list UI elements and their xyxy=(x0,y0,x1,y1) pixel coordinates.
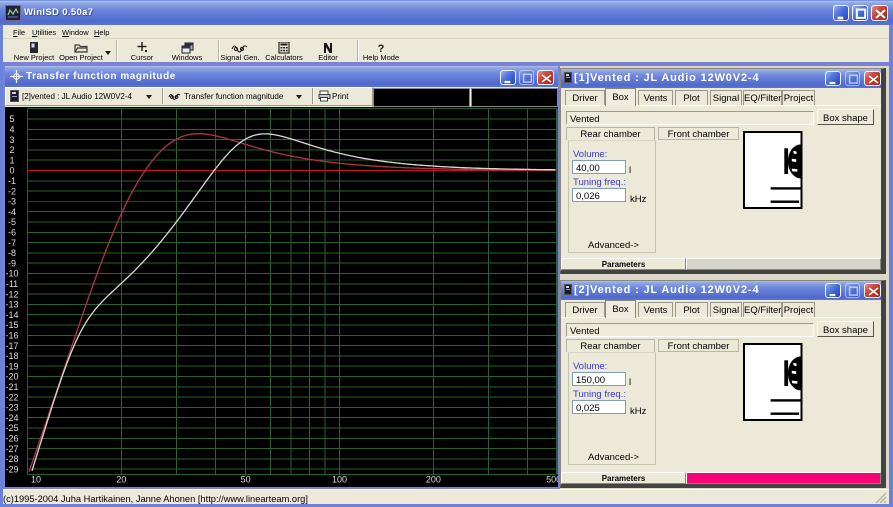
svg-text:-2: -2 xyxy=(8,186,16,196)
svg-text:-27: -27 xyxy=(5,444,18,454)
svg-text:10: 10 xyxy=(31,475,41,485)
svg-text:1: 1 xyxy=(9,155,14,165)
svg-text:200: 200 xyxy=(426,475,441,485)
svg-text:-13: -13 xyxy=(5,300,18,310)
svg-text:-23: -23 xyxy=(5,403,18,413)
svg-text:-8: -8 xyxy=(8,248,16,258)
svg-text:-22: -22 xyxy=(5,392,18,402)
svg-text:5: 5 xyxy=(9,114,14,124)
svg-text:-26: -26 xyxy=(5,434,18,444)
svg-text:-24: -24 xyxy=(5,413,18,423)
svg-text:-21: -21 xyxy=(5,382,18,392)
svg-text:-18: -18 xyxy=(5,351,18,361)
svg-text:-10: -10 xyxy=(5,269,18,279)
svg-text:-4: -4 xyxy=(8,207,16,217)
svg-text:-20: -20 xyxy=(5,372,18,382)
svg-text:-25: -25 xyxy=(5,423,18,433)
svg-text:-3: -3 xyxy=(8,197,16,207)
svg-text:50: 50 xyxy=(241,475,251,485)
svg-text:-16: -16 xyxy=(5,331,18,341)
svg-text:-1: -1 xyxy=(8,176,16,186)
svg-text:-14: -14 xyxy=(5,310,18,320)
svg-text:-29: -29 xyxy=(5,464,18,474)
svg-text:2: 2 xyxy=(9,145,14,155)
svg-text:0: 0 xyxy=(9,166,14,176)
svg-text:-7: -7 xyxy=(8,238,16,248)
svg-text:-12: -12 xyxy=(5,289,18,299)
svg-text:-17: -17 xyxy=(5,341,18,351)
svg-text:500: 500 xyxy=(546,475,558,485)
svg-text:4: 4 xyxy=(9,125,14,135)
svg-text:-28: -28 xyxy=(5,454,18,464)
svg-text:20: 20 xyxy=(116,475,126,485)
svg-text:-19: -19 xyxy=(5,361,18,371)
svg-text:-11: -11 xyxy=(6,279,18,289)
svg-text:-6: -6 xyxy=(8,228,16,238)
svg-text:-5: -5 xyxy=(8,217,16,227)
svg-text:-9: -9 xyxy=(8,258,16,268)
svg-text:3: 3 xyxy=(9,135,14,145)
svg-text:-15: -15 xyxy=(5,320,18,330)
svg-text:100: 100 xyxy=(332,475,347,485)
